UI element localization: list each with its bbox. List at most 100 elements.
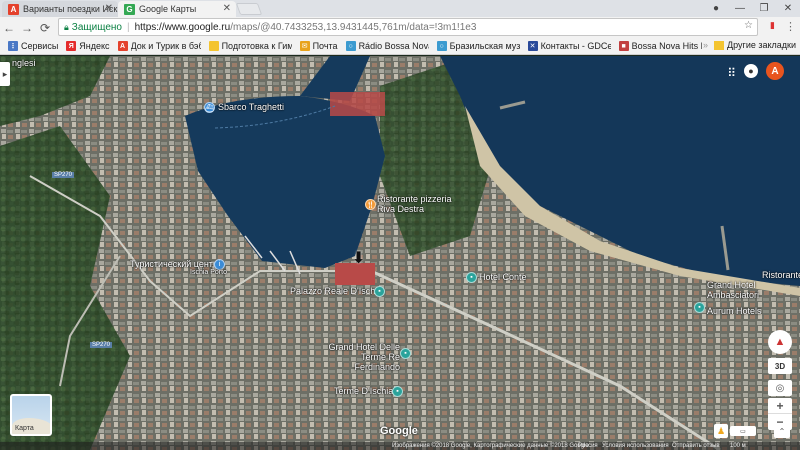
spa-pin-icon[interactable]: ▪ xyxy=(392,386,403,397)
bookmark-label: Сервисы xyxy=(21,41,59,51)
road-shield: SP270 xyxy=(90,342,113,348)
notifications-icon[interactable]: ● xyxy=(744,64,758,78)
bookmark-favicon-icon xyxy=(208,41,219,51)
compass-icon[interactable]: ▲ xyxy=(768,330,792,354)
map-label[interactable]: Aurum Hotels xyxy=(707,306,762,316)
map-label[interactable]: Grand Hotel Delle Terme Re Ferdinando xyxy=(322,342,400,372)
scale-bar[interactable]: 100 м xyxy=(730,443,746,449)
bookmark-favicon-icon: ■ xyxy=(618,41,629,51)
landmark-pin-icon[interactable]: ▪ xyxy=(374,286,385,297)
bookmark-favicon-icon: ✕ xyxy=(527,41,538,51)
bookmark-favicon-icon: ○ xyxy=(436,41,447,51)
other-bookmarks[interactable]: » Другие закладки xyxy=(703,40,796,50)
tab-google-maps[interactable]: G Google Карты ✕ xyxy=(118,1,236,17)
minimize-button[interactable]: — xyxy=(728,3,752,14)
bookmark-favicon-icon: ○ xyxy=(345,41,356,51)
bookmark-item[interactable]: ⋮ Сервисы xyxy=(8,41,58,51)
menu-icon[interactable]: ⋮ xyxy=(785,20,796,33)
bookmark-label: Почта xyxy=(312,41,338,51)
tab-variants[interactable]: A Варианты поездки Иск ✕ xyxy=(2,1,118,17)
hotel-pin-icon[interactable]: ▪ xyxy=(400,348,411,359)
my-location-icon[interactable]: ◎ xyxy=(768,380,792,396)
user-icon[interactable]: ● xyxy=(704,3,728,14)
close-icon[interactable]: ✕ xyxy=(223,3,231,14)
bookmark-label: Яндекс xyxy=(79,41,110,51)
google-logo: Google xyxy=(380,425,418,437)
lock-icon: 🔒︎ xyxy=(64,21,69,32)
separator: » xyxy=(703,40,709,50)
tab-title: Google Карты xyxy=(139,4,197,14)
pegman-icon[interactable]: ♟ xyxy=(714,424,728,438)
map-label: Ischia Porto xyxy=(190,269,227,276)
bookmark-item[interactable]: AДок и Турик в бэби xyxy=(117,41,201,51)
map-footer: Изображения ©2018 Google, Картографическ… xyxy=(0,442,800,450)
bookmark-label: Бразильская музык xyxy=(449,41,520,51)
window-controls: ● — ❐ ✕ xyxy=(704,0,800,17)
avatar[interactable]: A xyxy=(766,62,784,80)
omnibox-actions: ☆ xyxy=(744,20,753,31)
map-label[interactable]: Туристический центр xyxy=(130,259,218,269)
bookmark-item[interactable]: Я Яндекс xyxy=(66,41,110,51)
map-label[interactable]: Riva Destra xyxy=(377,204,424,214)
secure-label: Защищено xyxy=(71,21,122,33)
close-icon[interactable]: ✕ xyxy=(105,3,113,14)
zoom-in-button[interactable]: + xyxy=(768,398,792,414)
imagery-toggle[interactable]: ▭ xyxy=(730,426,756,436)
footer-link-feedback[interactable]: Отправить отзыв xyxy=(672,443,720,449)
map-label[interactable]: Terme D'Ischia xyxy=(334,386,393,396)
address-bar[interactable]: 🔒︎ Защищено | https://www.google.ru /map… xyxy=(58,18,758,36)
bookmark-favicon-icon: ✉ xyxy=(299,41,310,51)
bookmark-item[interactable]: ✕Контакты - GDCenti xyxy=(527,41,611,51)
restore-button[interactable]: ❐ xyxy=(752,3,776,14)
forward-button[interactable]: → xyxy=(18,21,36,35)
bookmarks-bar: ⋮Сервисы ЯЯндекс AДок и Турик в бэби Подгот… xyxy=(0,38,800,55)
bookmark-favicon-icon: ⋮ xyxy=(8,41,18,51)
map-canvas[interactable]: ▸ ⠿ ● A nglesi ⛴︎ Sbarco Traghetti 🍴︎ Ri… xyxy=(0,56,800,450)
map-type-toggle[interactable]: Карта xyxy=(10,394,52,436)
collapse-panel-button[interactable]: ▸ xyxy=(0,62,10,86)
tab-favicon-google-maps-icon: G xyxy=(124,3,135,15)
browser-toolbar: ← → ⟳ 🔒︎ Защищено | https://www.google.r… xyxy=(0,17,800,38)
bookmark-label: Rádio Bossa Nova H xyxy=(358,41,429,51)
ferry-pin-icon[interactable]: ⛴︎ xyxy=(204,102,215,113)
extension-icon[interactable]: ▮ xyxy=(770,20,775,33)
folder-icon xyxy=(714,40,725,50)
footer-link-terms[interactable]: Условия использования xyxy=(602,443,669,449)
hotel-pin-icon[interactable]: ▪ xyxy=(694,302,705,313)
3d-button[interactable]: 3D xyxy=(768,358,792,374)
reload-button[interactable]: ⟳ xyxy=(36,21,54,35)
toolbar-right: ▮ ⋮ xyxy=(770,20,796,33)
bookmark-item[interactable]: ○Бразильская музык xyxy=(436,41,520,51)
footer-link-country[interactable]: Россия xyxy=(578,443,598,449)
url-host: https://www.google.ru xyxy=(134,21,231,33)
map-label[interactable]: Ambasciatori xyxy=(707,290,759,300)
map-label[interactable]: Ristorante xyxy=(762,270,800,280)
map-label[interactable]: Sbarco Traghetti xyxy=(218,102,284,112)
close-window-button[interactable]: ✕ xyxy=(776,3,800,14)
minimap-label: Карта xyxy=(15,425,34,432)
arrow-down-icon: ⬇ xyxy=(352,250,366,267)
apps-grid-icon[interactable]: ⠿ xyxy=(727,66,736,80)
map-label[interactable]: Grand Hotel xyxy=(707,280,756,290)
bookmark-label: Bossa Nova Hits Rad xyxy=(631,41,702,51)
restaurant-pin-icon[interactable]: 🍴︎ xyxy=(365,199,376,210)
bookmark-item[interactable]: ✉ Почта xyxy=(299,41,338,51)
bookmark-label: Подготовка к Гимаз xyxy=(221,41,292,51)
url-path: /maps/@40.7433253,13.9431445,761m/data=!… xyxy=(230,21,477,33)
bookmark-item[interactable]: Подготовка к Гимаз xyxy=(208,41,292,51)
expand-icon[interactable]: ⌃ xyxy=(774,424,790,438)
bookmark-label: Док и Турик в бэби xyxy=(130,41,201,51)
map-label: nglesi xyxy=(12,58,36,68)
bookmark-favicon-icon: A xyxy=(117,41,128,51)
new-tab-button[interactable] xyxy=(235,3,263,15)
map-label[interactable]: Hotel Conte xyxy=(479,272,527,282)
hotel-pin-icon[interactable]: ▪ xyxy=(466,272,477,283)
map-label[interactable]: Ristorante pizzeria xyxy=(377,194,452,204)
bookmark-item[interactable]: ○Rádio Bossa Nova H xyxy=(345,41,429,51)
star-icon[interactable]: ☆ xyxy=(744,20,753,31)
back-button[interactable]: ← xyxy=(0,21,18,35)
map-label[interactable]: Palazzo Reale D'Ischia xyxy=(290,286,382,296)
bookmark-item[interactable]: ■Bossa Nova Hits Rad xyxy=(618,41,702,51)
tab-title: Варианты поездки Иск xyxy=(23,4,118,14)
road-shield: SP270 xyxy=(52,172,75,178)
